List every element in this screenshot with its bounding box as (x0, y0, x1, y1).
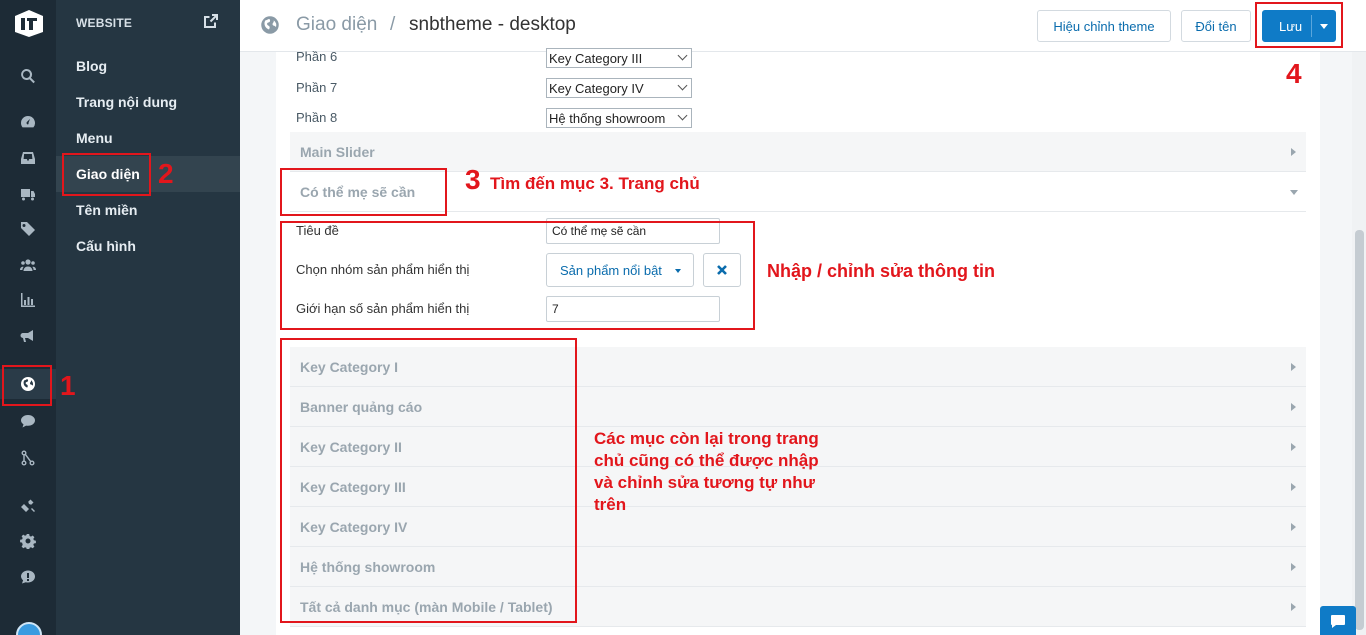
annotation-text-rest-1: Các mục còn lại trong trang (594, 429, 819, 448)
logo-icon[interactable] (12, 8, 46, 38)
scrollbar-thumb[interactable] (1355, 230, 1364, 630)
chevron-right-icon (1291, 403, 1296, 411)
chevron-right-icon (1291, 563, 1296, 571)
annotation-box-3 (280, 168, 447, 216)
part-6-label: Phần 6 (296, 49, 338, 64)
avatar[interactable] (16, 622, 42, 635)
annotation-number-2: 2 (158, 158, 174, 189)
sidebar-item-domains[interactable]: Tên miền (56, 192, 240, 228)
annotation-box-1 (2, 365, 52, 406)
sidebar-item-pages[interactable]: Trang nội dung (56, 84, 240, 120)
annotation-number-4: 4 (1286, 58, 1302, 89)
annotation-text-rest-2: chủ cũng có thể được nhập (594, 451, 819, 470)
chevron-right-icon (1291, 148, 1296, 156)
annotation-text-edit: Nhập / chỉnh sửa thông tin (767, 261, 996, 281)
chevron-down-icon (1290, 190, 1298, 195)
chevron-right-icon (1291, 483, 1296, 491)
chat-button[interactable] (1320, 606, 1356, 635)
part-8-label: Phần 8 (296, 110, 338, 125)
part-6-value: Key Category III (549, 50, 643, 66)
part-7-value: Key Category IV (549, 80, 644, 96)
chart-icon[interactable] (0, 285, 56, 315)
annotation-box-4 (1255, 2, 1343, 48)
breadcrumb-themes[interactable]: Giao diện (296, 14, 377, 36)
annotation-text-3: Tìm đến mục 3. Trang chủ (490, 174, 700, 193)
search-icon[interactable] (0, 61, 56, 91)
users-icon[interactable] (0, 250, 56, 280)
dashboard-icon[interactable] (0, 107, 56, 137)
chevron-down-icon (677, 80, 688, 91)
external-link-icon[interactable] (204, 14, 218, 28)
breadcrumb-separator: / (390, 14, 396, 35)
section-main-slider-label: Main Slider (300, 143, 375, 160)
annotation-number-1: 1 (60, 370, 76, 401)
part-7-select[interactable]: Key Category IV (546, 78, 692, 98)
section-main-slider[interactable]: Main Slider (290, 132, 1306, 172)
chevron-right-icon (1291, 363, 1296, 371)
sidebar-item-blog[interactable]: Blog (56, 48, 240, 84)
icon-rail (0, 0, 56, 635)
sidebar-item-menu[interactable]: Menu (56, 120, 240, 156)
page-title: snbtheme - desktop (409, 14, 576, 35)
annotation-box-edit (280, 221, 755, 330)
chat-icon (1331, 614, 1345, 628)
edit-theme-button[interactable]: Hiệu chỉnh theme (1037, 10, 1171, 42)
gear-icon[interactable] (0, 526, 56, 556)
part-8-value: Hệ thống showroom (549, 110, 666, 126)
globe-icon (260, 15, 280, 35)
chevron-right-icon (1291, 443, 1296, 451)
chat-bubble-icon[interactable] (0, 406, 56, 436)
chevron-right-icon (1291, 603, 1296, 611)
truck-icon[interactable] (0, 179, 56, 209)
chevron-down-icon (677, 110, 688, 121)
part-7-label: Phần 7 (296, 80, 338, 95)
annotation-number-3: 3 (465, 164, 481, 195)
website-sidebar: WEBSITE Blog Trang nội dung Menu Giao di… (56, 0, 240, 635)
chevron-down-icon (677, 50, 688, 61)
branch-icon[interactable] (0, 443, 56, 473)
part-8-select[interactable]: Hệ thống showroom (546, 108, 692, 128)
top-bar: Giao diện / snbtheme - desktop Hiệu chỉn… (240, 0, 1366, 52)
megaphone-icon[interactable] (0, 321, 56, 351)
chevron-right-icon (1291, 523, 1296, 531)
annotation-box-rest (280, 338, 577, 623)
annotation-text-rest-4: trên (594, 495, 627, 514)
tools-icon[interactable] (0, 490, 56, 520)
help-icon[interactable] (0, 562, 56, 592)
inbox-icon[interactable] (0, 143, 56, 173)
tag-icon[interactable] (0, 214, 56, 244)
annotation-text-rest-3: và chỉnh sửa tương tự như (594, 473, 815, 492)
annotation-box-2 (62, 153, 151, 196)
part-6-select[interactable]: Key Category III (546, 48, 692, 68)
sidebar-item-settings[interactable]: Cấu hình (56, 228, 240, 264)
rename-button[interactable]: Đổi tên (1181, 10, 1251, 42)
sidebar-header: WEBSITE (76, 16, 133, 30)
